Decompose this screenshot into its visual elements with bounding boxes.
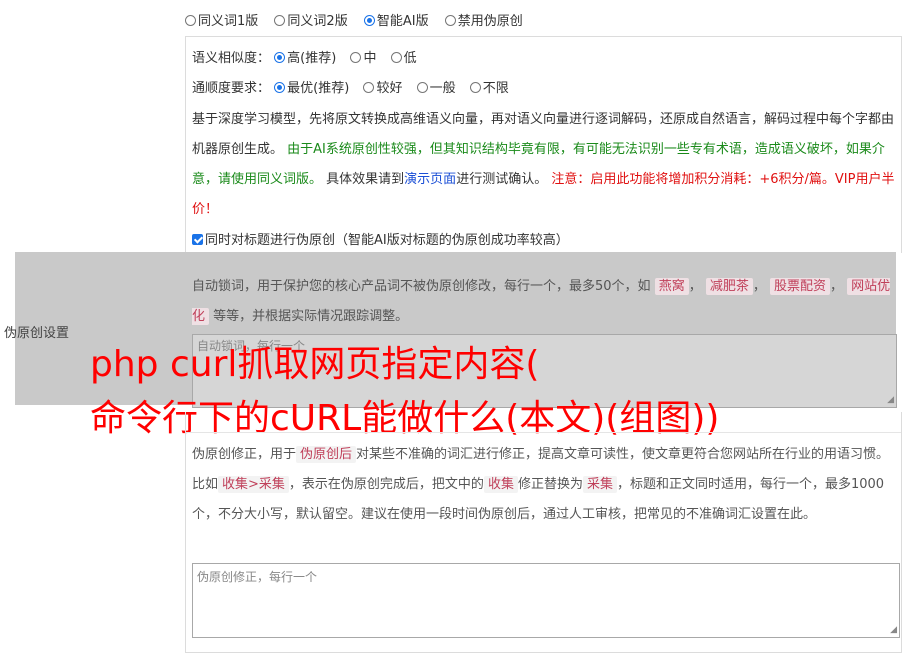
resize-handle-icon[interactable]: ◢ <box>887 395 894 405</box>
radio-icon[interactable] <box>185 15 196 26</box>
mode-selector: 同义词1版 同义词2版 智能AI版 禁用伪原创 <box>185 10 535 29</box>
ai-description: 基于深度学习模型，先将原文转换成高维语义向量，再对语义向量进行逐词解码，还原成自… <box>192 112 895 217</box>
mode-option-synonym1[interactable]: 同义词1版 <box>185 14 258 29</box>
radio-icon[interactable] <box>390 52 402 63</box>
section-label: 伪原创设置 <box>4 326 70 341</box>
correction-panel: 伪原创修正，用于 伪原创后 对某些不准确的词汇进行修正，提高文章可读性，使文章更符合… <box>185 412 902 653</box>
title-pseudo-option[interactable]: 同时对标题进行伪原创（智能AI版对标题的伪原创成功率较高） <box>192 229 569 248</box>
example-tag: 采集 <box>582 476 617 493</box>
radio-selected-icon[interactable] <box>274 82 286 93</box>
lock-words-description: 自动锁词，用于保护您的核心产品词不被伪原创修改，每行一个，最多50个，如 燕窝，… <box>192 278 891 325</box>
mode-option-synonym2[interactable]: 同义词2版 <box>274 14 348 29</box>
example-tag: 收集 <box>483 476 518 493</box>
correction-textarea[interactable]: 伪原创修正，每行一个 ◢ <box>192 563 900 638</box>
example-tag: 股票配资 <box>770 278 831 295</box>
fluency-best[interactable]: 最优(推荐) <box>274 81 349 96</box>
mode-option-ai[interactable]: 智能AI版 <box>363 14 429 29</box>
divider <box>186 432 901 433</box>
radio-icon[interactable] <box>444 15 456 26</box>
example-tag: 减肥茶 <box>705 278 753 295</box>
fluency-any[interactable]: 不限 <box>469 81 509 96</box>
ai-settings-panel: 语义相似度： 高(推荐) 中 低 通顺度要求： 最优(推荐) 较好 一般 不限 … <box>185 36 902 253</box>
correction-description: 伪原创修正，用于 伪原创后 对某些不准确的词汇进行修正，提高文章可读性，使文章更符合… <box>192 446 890 522</box>
radio-icon[interactable] <box>469 82 481 93</box>
radio-selected-icon[interactable] <box>274 52 286 63</box>
radio-icon[interactable] <box>363 82 375 93</box>
similarity-row: 语义相似度： 高(推荐) 中 低 <box>192 47 427 66</box>
correction-placeholder: 伪原创修正，每行一个 <box>197 570 318 584</box>
resize-handle-icon[interactable]: ◢ <box>890 625 897 635</box>
similarity-mid[interactable]: 中 <box>350 51 376 66</box>
similarity-high[interactable]: 高(推荐) <box>274 51 336 66</box>
radio-icon[interactable] <box>274 15 286 26</box>
mode-option-disable[interactable]: 禁用伪原创 <box>444 14 523 29</box>
fluency-row: 通顺度要求： 最优(推荐) 较好 一般 不限 <box>192 77 519 96</box>
fluency-label: 通顺度要求： <box>192 81 271 96</box>
similarity-label: 语义相似度： <box>192 51 271 66</box>
similarity-low[interactable]: 低 <box>390 51 417 66</box>
example-tag: 伪原创后 <box>296 446 357 463</box>
radio-icon[interactable] <box>416 82 428 93</box>
demo-page-link[interactable]: 演示页面 <box>404 172 456 187</box>
example-tag: 燕窝 <box>654 278 689 295</box>
radio-icon[interactable] <box>350 52 362 63</box>
checkbox-checked-icon[interactable] <box>192 234 203 245</box>
fluency-normal[interactable]: 一般 <box>416 81 456 96</box>
fluency-good[interactable]: 较好 <box>363 81 402 96</box>
example-tag: 收集>采集 <box>218 476 289 493</box>
radio-selected-icon[interactable] <box>363 15 375 26</box>
